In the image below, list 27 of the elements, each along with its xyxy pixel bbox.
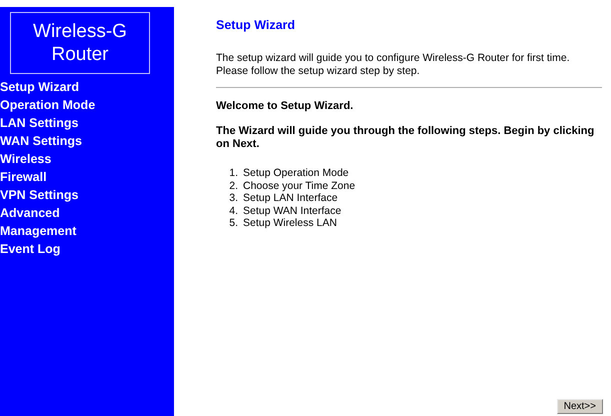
logo-text: Wireless-G — [33, 20, 127, 43]
intro-text: The setup wizard will guide you to configure Wireless-G Router for first time. Please follow the setup wizard step by step. — [216, 52, 571, 78]
sidebar-link[interactable]: LAN Settings — [0, 114, 78, 132]
step-number: 5. — [228, 217, 238, 230]
sidebar-link[interactable]: Event Log — [0, 240, 60, 258]
page-title: Setup Wizard — [216, 18, 296, 32]
logo-text: Router — [51, 43, 109, 66]
step-text: Setup LAN Interface — [243, 192, 338, 204]
sidebar-link[interactable]: VPN Settings — [0, 186, 78, 204]
step-number: 3. — [228, 192, 238, 204]
step-text: Choose your Time Zone — [243, 180, 356, 192]
sidebar-link[interactable]: Firewall — [0, 168, 47, 186]
next-button[interactable]: Next>> — [556, 399, 603, 414]
step-number: 2. — [228, 180, 238, 192]
sidebar-link[interactable]: Operation Mode — [0, 96, 96, 114]
sidebar-link[interactable]: Advanced — [0, 204, 60, 222]
instructions-text: The Wizard will guide you through the following steps. Begin by clicking on Next. — [216, 125, 596, 151]
welcome-text: Welcome to Setup Wizard. — [216, 100, 354, 113]
step-text: Setup WAN Interface — [243, 204, 342, 217]
sidebar-link[interactable]: Wireless — [0, 150, 52, 168]
step-number: 4. — [228, 204, 238, 217]
step-text: Setup Operation Mode — [243, 167, 349, 180]
step-number: 1. — [228, 167, 238, 180]
step-text: Setup Wireless LAN — [243, 217, 337, 230]
sidebar-link[interactable]: Management — [0, 222, 76, 240]
sidebar-link[interactable]: WAN Settings — [0, 132, 82, 150]
sidebar-link[interactable]: Setup Wizard — [0, 78, 80, 96]
